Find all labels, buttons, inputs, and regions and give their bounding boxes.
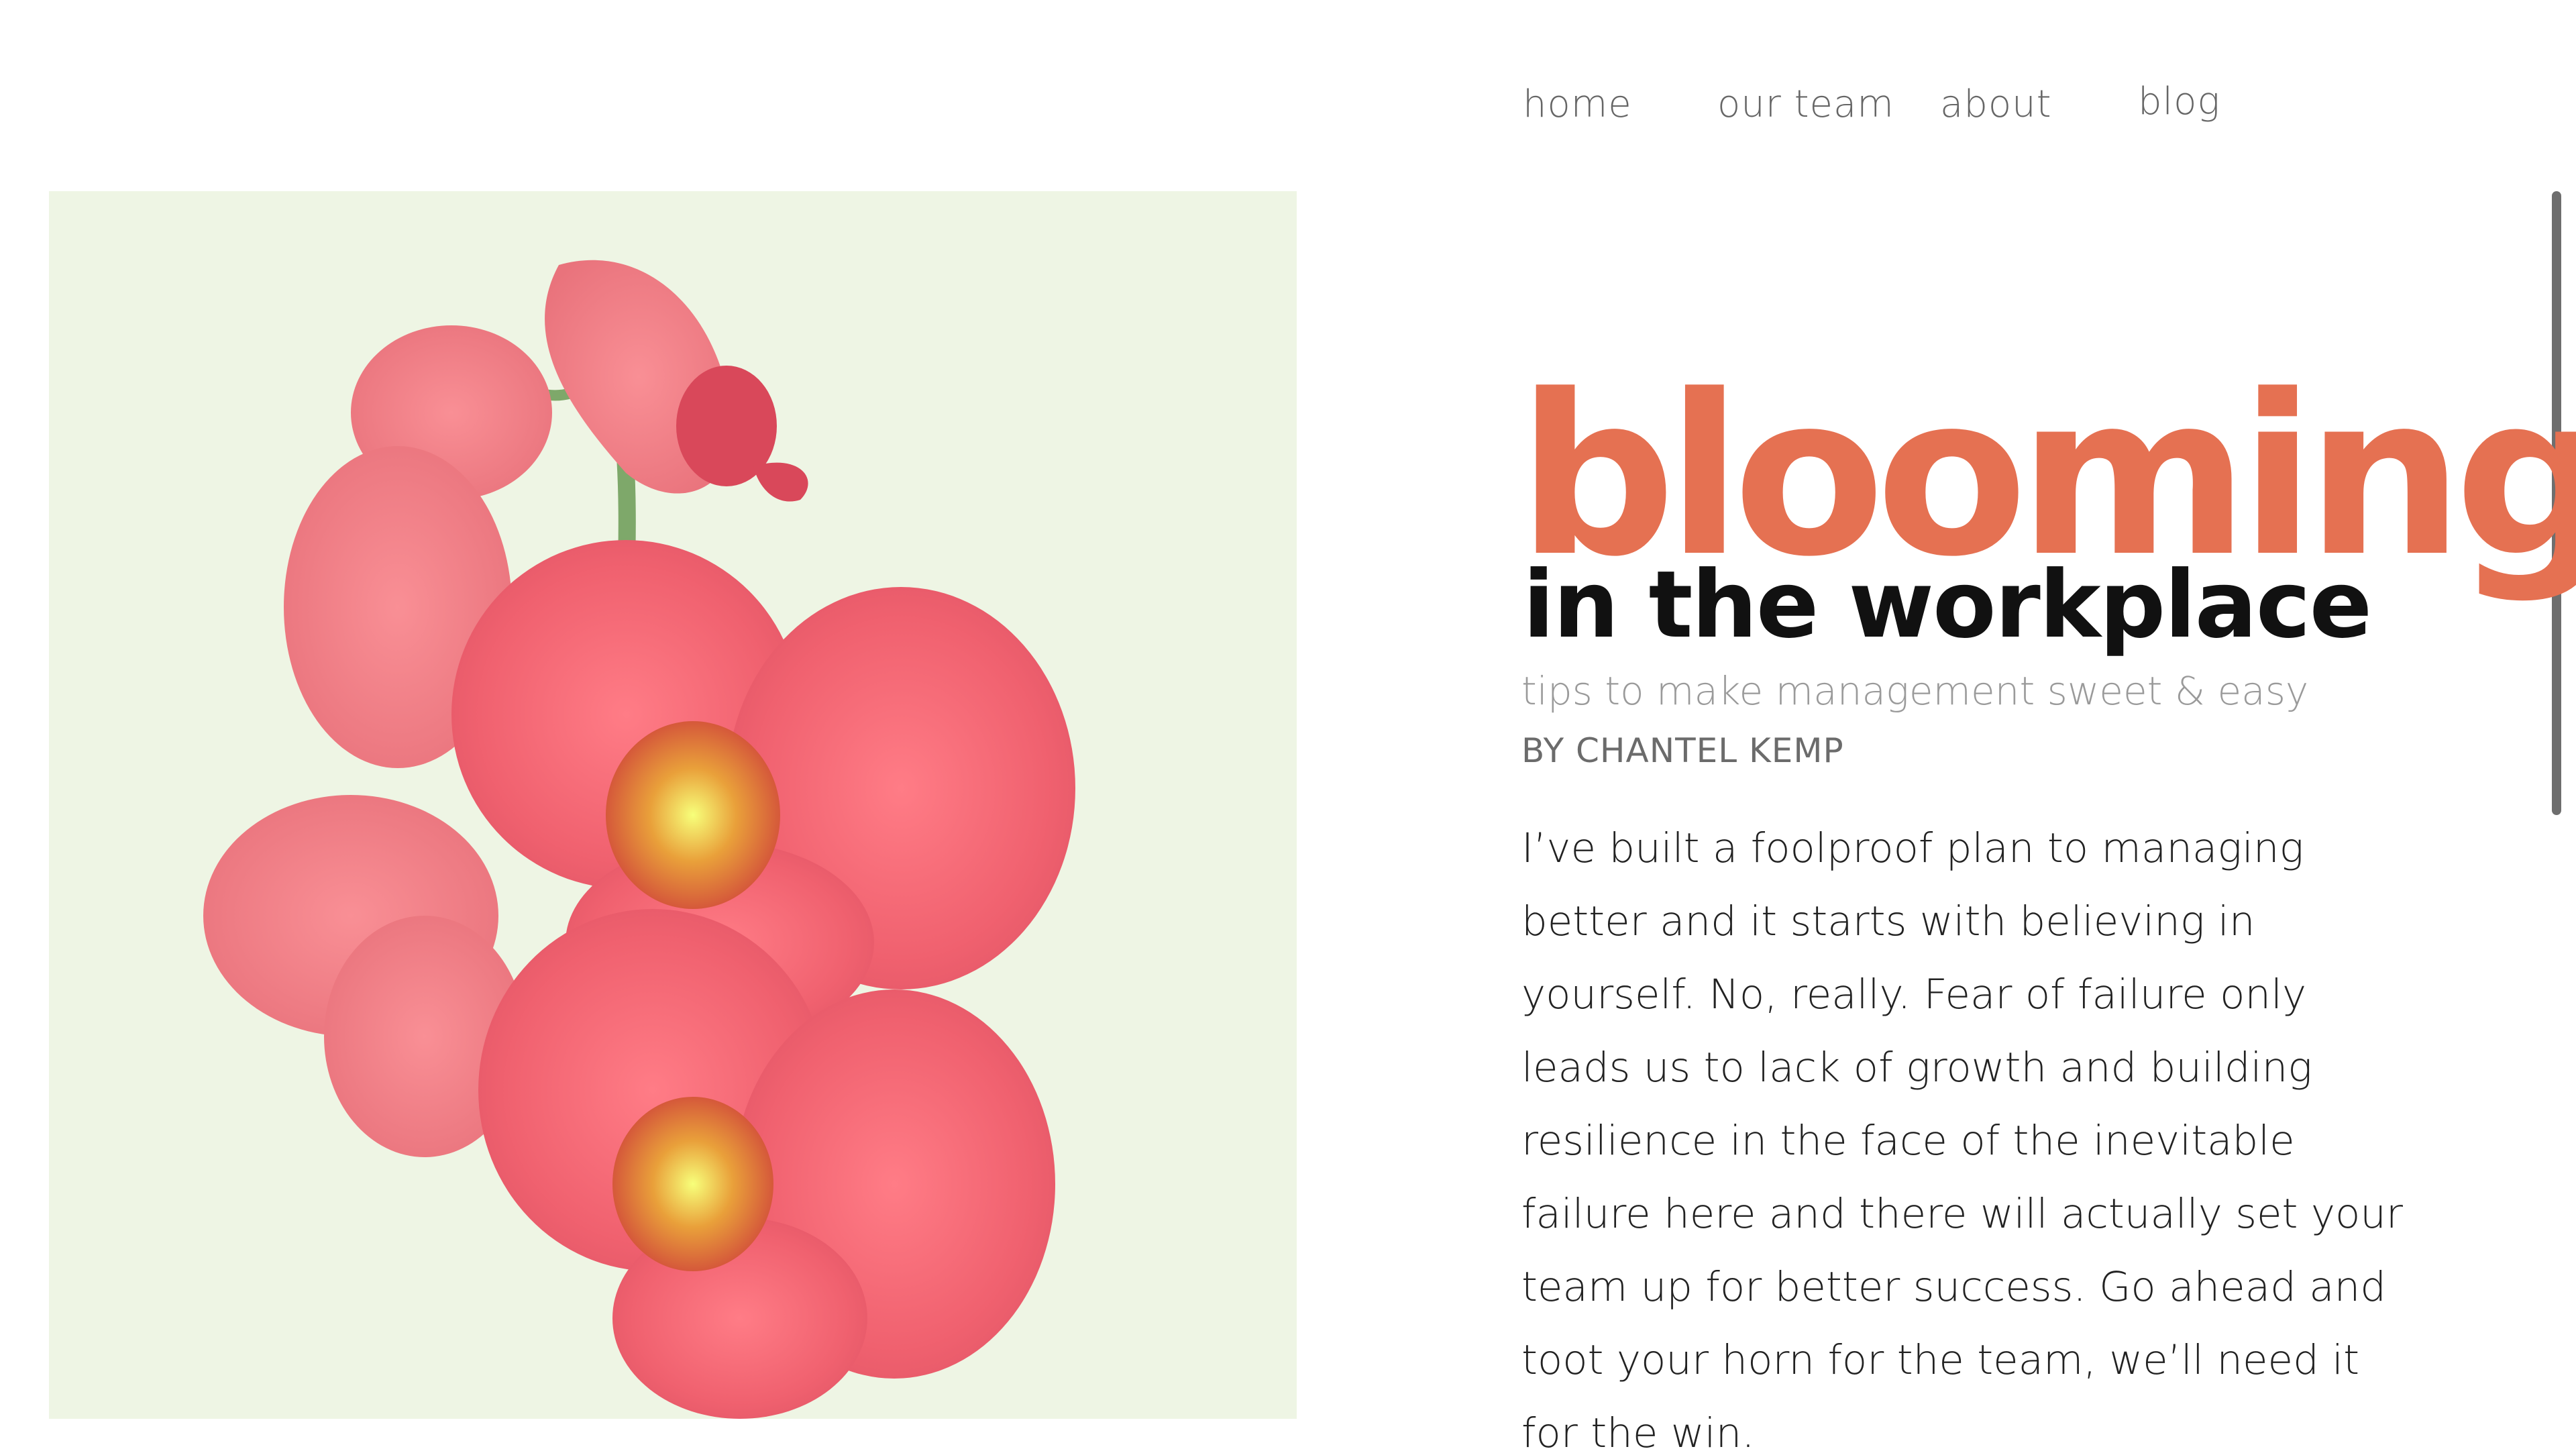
article-tagline: tips to make management sweet & easy bbox=[1521, 668, 2309, 714]
main-nav: home our team about blog bbox=[1523, 78, 2261, 131]
article-headline: blooming in the workplace bbox=[1517, 366, 2576, 659]
article-subtitle: in the workplace bbox=[1523, 551, 2372, 659]
nav-home-link[interactable]: home bbox=[1523, 78, 1632, 131]
nav-our-team-link[interactable]: our team bbox=[1717, 78, 1894, 131]
orchid-image bbox=[49, 191, 1297, 1419]
article-byline: BY CHANTEL KEMP bbox=[1521, 731, 1844, 770]
article-title: blooming bbox=[1517, 347, 2576, 605]
article-body: I’ve built a foolproof plan to managing … bbox=[1521, 824, 2404, 1449]
nav-blog-link[interactable]: blog bbox=[2138, 75, 2220, 129]
hero-image bbox=[49, 191, 1297, 1419]
nav-about-link[interactable]: about bbox=[1940, 78, 2052, 131]
